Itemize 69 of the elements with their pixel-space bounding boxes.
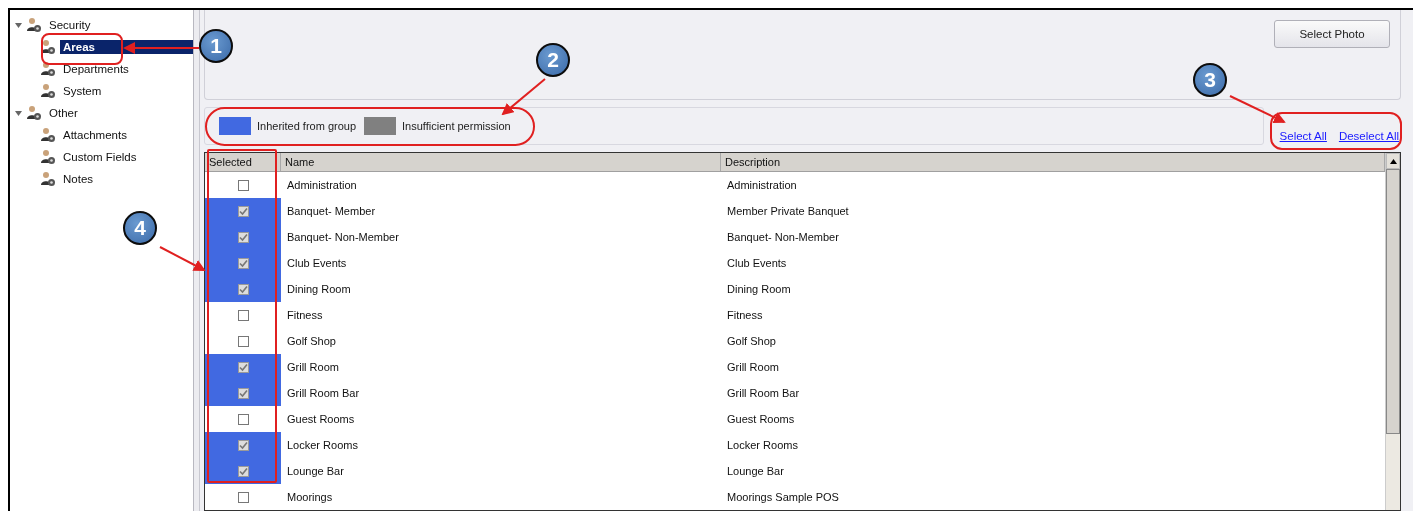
checkbox[interactable] bbox=[237, 465, 249, 477]
table-cell-text: Banquet- Member bbox=[286, 204, 377, 219]
table-cell-text: Club Events bbox=[286, 256, 348, 271]
legend-label: Inherited from group bbox=[257, 120, 357, 132]
scroll-up-icon[interactable] bbox=[1389, 158, 1397, 164]
checkbox[interactable] bbox=[237, 283, 249, 295]
user-gear-icon bbox=[26, 105, 42, 121]
collapse-caret-icon[interactable] bbox=[14, 109, 22, 117]
table-cell-text: Dining Room bbox=[286, 282, 352, 297]
table-cell-text: Club Events bbox=[726, 256, 788, 271]
tree-item[interactable]: Custom Fields bbox=[60, 150, 140, 164]
tree-item[interactable]: System bbox=[60, 84, 105, 98]
checkbox[interactable] bbox=[237, 231, 249, 243]
checkbox[interactable] bbox=[237, 387, 249, 399]
select-photo-button[interactable]: Select Photo bbox=[1274, 20, 1390, 48]
table-cell-text: Moorings bbox=[286, 490, 334, 505]
table-cell-text: Member Private Banquet bbox=[726, 204, 850, 219]
pointer-arrow bbox=[1229, 95, 1286, 124]
tree-item[interactable]: Attachments bbox=[60, 128, 130, 142]
checkbox[interactable] bbox=[237, 335, 249, 347]
table-cell-text: Lounge Bar bbox=[726, 464, 785, 479]
checkbox[interactable] bbox=[237, 491, 249, 503]
checkbox[interactable] bbox=[237, 257, 249, 269]
link[interactable]: Deselect All bbox=[1338, 130, 1399, 142]
column-header[interactable]: Name bbox=[281, 153, 721, 171]
table-cell-text: Grill Room Bar bbox=[726, 386, 801, 401]
checkbox[interactable] bbox=[237, 439, 249, 451]
splitter-bar[interactable] bbox=[194, 10, 200, 511]
user-gear-icon bbox=[26, 17, 42, 33]
checkbox[interactable] bbox=[237, 205, 249, 217]
table-cell-text: Dining Room bbox=[726, 282, 792, 297]
checkbox[interactable] bbox=[237, 361, 249, 373]
tree-item[interactable]: Other bbox=[46, 106, 81, 120]
table-cell-text: Grill Room bbox=[286, 360, 340, 375]
tree-item[interactable]: Departments bbox=[60, 62, 132, 76]
legend-label: Insufficient permission bbox=[402, 120, 511, 132]
collapse-caret-icon[interactable] bbox=[14, 21, 22, 29]
checkbox[interactable] bbox=[237, 309, 249, 321]
table-cell-text: Guest Rooms bbox=[726, 412, 796, 427]
user-gear-icon bbox=[40, 171, 56, 187]
table-cell-text: Locker Rooms bbox=[286, 438, 359, 453]
table-cell-text: Administration bbox=[286, 178, 358, 193]
user-gear-icon bbox=[40, 127, 56, 143]
table-cell-text: Moorings Sample POS bbox=[726, 490, 840, 505]
table-cell-text: Grill Room bbox=[726, 360, 780, 375]
table-cell-text: Fitness bbox=[286, 308, 324, 323]
tree-item[interactable]: Notes bbox=[60, 172, 97, 186]
checkbox[interactable] bbox=[237, 413, 249, 425]
table-cell-text: Administration bbox=[726, 178, 798, 193]
table-cell-text: Golf Shop bbox=[286, 334, 337, 349]
column-header[interactable]: Selected bbox=[205, 153, 281, 171]
tree-item[interactable]: Security bbox=[46, 18, 94, 32]
table-cell-text: Lounge Bar bbox=[286, 464, 345, 479]
user-gear-icon bbox=[40, 61, 56, 77]
scrollbar[interactable] bbox=[1385, 153, 1400, 510]
pointer-arrow bbox=[501, 78, 546, 116]
table-cell-text: Banquet- Non-Member bbox=[726, 230, 840, 245]
table-cell-text: Golf Shop bbox=[726, 334, 777, 349]
table-cell-text: Fitness bbox=[726, 308, 764, 323]
pointer-arrow bbox=[159, 246, 206, 271]
user-gear-icon bbox=[40, 39, 56, 55]
checkbox[interactable] bbox=[237, 179, 249, 191]
user-gear-icon bbox=[40, 83, 56, 99]
table-cell-text: Guest Rooms bbox=[286, 412, 356, 427]
link[interactable]: Select All bbox=[1279, 130, 1327, 142]
table-cell-text: Locker Rooms bbox=[726, 438, 799, 453]
table-cell-text: Banquet- Non-Member bbox=[286, 230, 400, 245]
user-gear-icon bbox=[40, 149, 56, 165]
table-cell-text: Grill Room Bar bbox=[286, 386, 361, 401]
